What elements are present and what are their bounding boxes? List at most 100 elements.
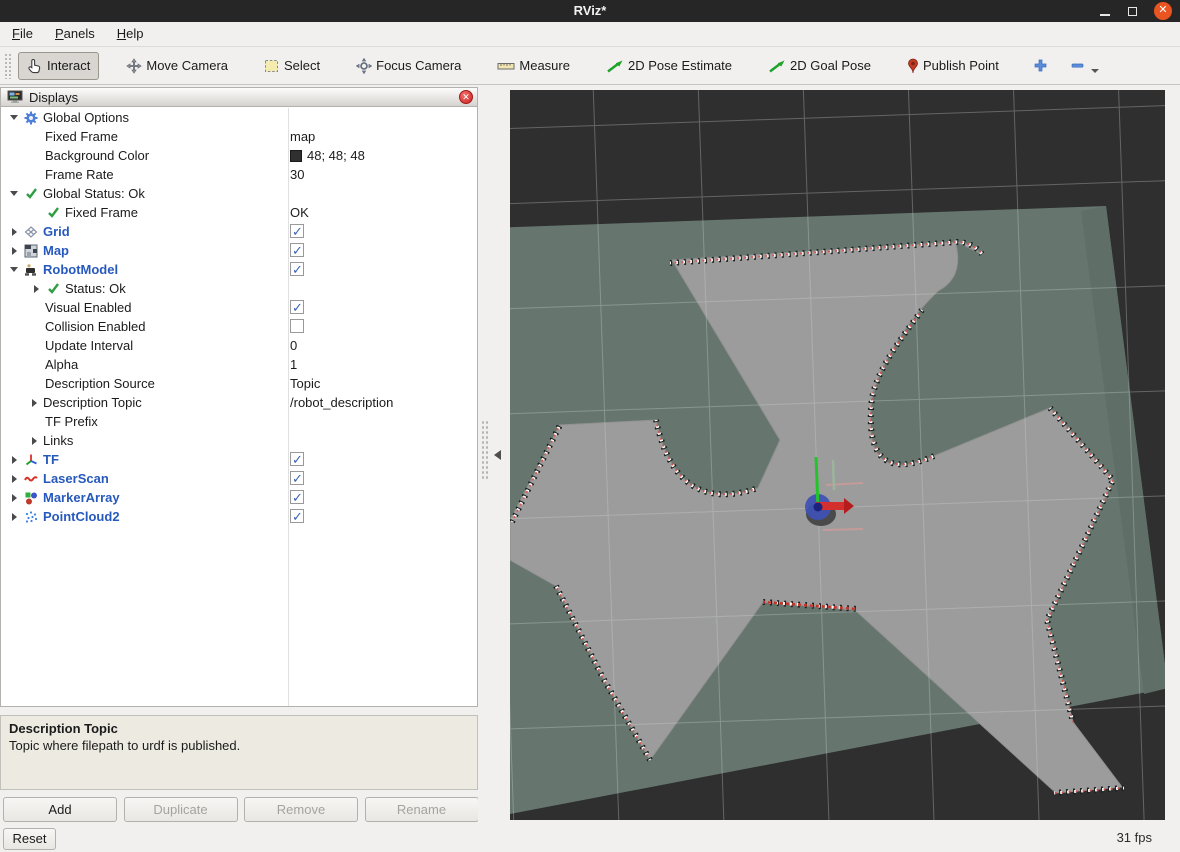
splitter-handle-dots[interactable]	[481, 420, 489, 480]
tree-row-markerarray[interactable]: MarkerArray✓	[1, 488, 477, 507]
menu-panels[interactable]: Panels	[45, 22, 105, 45]
enabled-checkbox[interactable]: ✓	[290, 243, 304, 257]
add-button[interactable]: Add	[3, 797, 117, 822]
tree-row-map[interactable]: Map✓	[1, 241, 477, 260]
enabled-checkbox[interactable]: ✓	[290, 471, 304, 485]
property-label: Update Interval	[45, 336, 133, 355]
menu-help[interactable]: Help	[107, 22, 154, 45]
tree-row-grid[interactable]: Grid ✓	[1, 222, 477, 241]
maximize-button[interactable]	[1124, 2, 1142, 20]
marker-array-icon	[23, 491, 39, 505]
expander-closed-icon[interactable]	[9, 227, 19, 237]
tree-row-left: Collision Enabled	[31, 317, 145, 336]
tree-row-left: Grid	[9, 222, 70, 241]
expander-closed-icon[interactable]	[9, 455, 19, 465]
tool-select[interactable]: Select	[255, 52, 329, 80]
tool-interact[interactable]: Interact	[18, 52, 99, 80]
expander-closed-icon[interactable]	[29, 398, 39, 408]
tree-row-robotmodel[interactable]: RobotModel✓	[1, 260, 477, 279]
tool-2d-pose-estimate[interactable]: 2D Pose Estimate	[597, 52, 741, 80]
expander-spacer	[31, 132, 41, 142]
titlebar[interactable]: RViz* ✕	[0, 0, 1180, 22]
expander-open-icon[interactable]	[9, 189, 19, 199]
tree-row-links[interactable]: Links	[1, 431, 477, 450]
menu-file[interactable]: File	[2, 22, 43, 45]
property-label: TF	[43, 450, 59, 469]
expander-closed-icon[interactable]	[31, 284, 41, 294]
status-ok-check-icon	[23, 187, 39, 201]
value-cell[interactable]: /robot_description	[290, 393, 393, 412]
tree-row-pointcloud2[interactable]: PointCloud2✓	[1, 507, 477, 526]
tool-2d-goal-pose[interactable]: 2D Goal Pose	[759, 52, 880, 80]
expander-open-icon[interactable]	[9, 113, 19, 123]
tree-row-left: Fixed Frame	[31, 203, 138, 222]
tree-row-global-options[interactable]: Global Options	[1, 108, 477, 127]
enabled-checkbox[interactable]: ✓	[290, 300, 304, 314]
tree-row-laserscan[interactable]: LaserScan✓	[1, 469, 477, 488]
tree-row-alpha[interactable]: Alpha1	[1, 355, 477, 374]
tree-row-fixed-frame[interactable]: Fixed Frame map	[1, 127, 477, 146]
remove-tool-minus-icon	[1070, 58, 1085, 73]
expander-open-icon[interactable]	[9, 265, 19, 275]
3d-viewport[interactable]	[510, 90, 1165, 820]
tree-row-collision-enabled[interactable]: Collision Enabled	[1, 317, 477, 336]
tree-row-left: Links	[29, 431, 73, 450]
expander-closed-icon[interactable]	[29, 436, 39, 446]
tree-row-left: Global Status: Ok	[9, 184, 145, 203]
expander-closed-icon[interactable]	[9, 493, 19, 503]
enabled-checkbox[interactable]: ✓	[290, 452, 304, 466]
tree-row-global-status-ok[interactable]: Global Status: Ok	[1, 184, 477, 203]
tool-focus-camera[interactable]: Focus Camera	[347, 52, 470, 80]
tool-remove-tool-minus-icon[interactable]	[1063, 52, 1106, 79]
tree-row-update-interval[interactable]: Update Interval 0	[1, 336, 477, 355]
reset-button[interactable]: Reset	[3, 828, 56, 850]
value-cell[interactable]: Topic	[290, 374, 320, 393]
tree-row-visual-enabled[interactable]: Visual Enabled✓	[1, 298, 477, 317]
value-cell: ✓	[290, 488, 304, 507]
tree-row-left: Global Options	[9, 108, 129, 127]
value-cell[interactable]: 48; 48; 48	[290, 146, 365, 165]
tool-publish-point[interactable]: Publish Point	[898, 52, 1008, 80]
value-cell[interactable]: 30	[290, 165, 304, 184]
enabled-checkbox[interactable]: ✓	[290, 509, 304, 523]
3d-scene	[510, 90, 1165, 820]
expander-closed-icon[interactable]	[9, 512, 19, 522]
tree-row-status-ok[interactable]: Status: Ok	[1, 279, 477, 298]
publish-point-pin-icon	[907, 58, 919, 74]
select-box-icon	[264, 58, 280, 74]
value-cell[interactable]: 0	[290, 336, 297, 355]
tool-add-tool-plus-icon[interactable]	[1026, 52, 1055, 79]
displays-panel-header[interactable]: Displays ✕	[1, 88, 477, 107]
expander-closed-icon[interactable]	[9, 474, 19, 484]
enabled-checkbox[interactable]: ✓	[290, 262, 304, 276]
expander-spacer	[31, 303, 41, 313]
enabled-checkbox[interactable]: ✓	[290, 490, 304, 504]
splitter-collapse-arrow-icon[interactable]	[494, 450, 501, 460]
value-cell[interactable]: map	[290, 127, 315, 146]
tree-row-description-topic[interactable]: Description Topic/robot_description	[1, 393, 477, 412]
tool-label: Publish Point	[923, 58, 999, 73]
chevron-down-icon[interactable]	[1091, 69, 1099, 73]
tree-row-background-color[interactable]: Background Color48; 48; 48	[1, 146, 477, 165]
tool-measure[interactable]: Measure	[488, 52, 579, 79]
tree-row-tf[interactable]: TF ✓	[1, 450, 477, 469]
expander-closed-icon[interactable]	[9, 246, 19, 256]
tree-row-description-source[interactable]: Description SourceTopic	[1, 374, 477, 393]
value-cell[interactable]: OK	[290, 203, 309, 222]
enabled-checkbox[interactable]	[290, 319, 304, 333]
minimize-button[interactable]	[1096, 2, 1114, 20]
tree-row-frame-rate[interactable]: Frame Rate30	[1, 165, 477, 184]
value-cell[interactable]: 1	[290, 355, 297, 374]
tree-row-tf-prefix[interactable]: TF Prefix	[1, 412, 477, 431]
toolbar-drag-handle[interactable]	[4, 53, 12, 79]
grid-icon	[23, 225, 39, 239]
enabled-checkbox[interactable]: ✓	[290, 224, 304, 238]
expander-spacer	[31, 322, 41, 332]
close-button[interactable]: ✕	[1154, 2, 1172, 20]
value-cell: ✓	[290, 450, 304, 469]
property-label: Fixed Frame	[45, 127, 118, 146]
panel-splitter[interactable]	[478, 85, 510, 825]
tree-row-fixed-frame[interactable]: Fixed Frame OK	[1, 203, 477, 222]
displays-panel-close-icon[interactable]: ✕	[459, 90, 473, 104]
tool-move-camera[interactable]: Move Camera	[117, 52, 237, 80]
